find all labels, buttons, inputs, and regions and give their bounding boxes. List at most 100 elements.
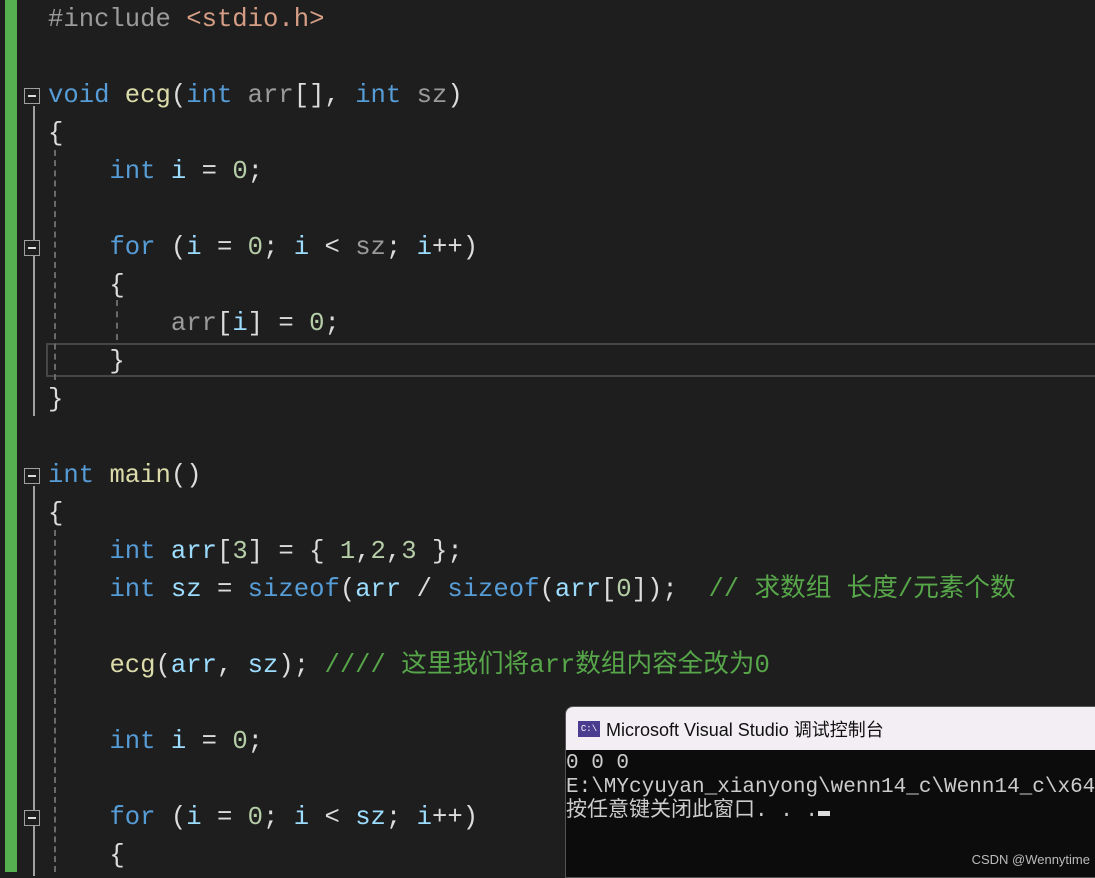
code-token: ecg — [124, 81, 171, 110]
console-app-icon: C:\ — [578, 720, 600, 737]
code-token: 0 — [616, 575, 632, 604]
code-token: [ — [216, 309, 233, 338]
code-token: int — [109, 575, 171, 604]
code-line[interactable]: for (i = 0; i < sz; i++) — [48, 229, 478, 267]
code-token: 0 — [247, 233, 264, 262]
code-token: ( — [155, 651, 171, 680]
code-token: = — [186, 157, 233, 186]
code-token: //// 这里我们将arr数组内容全改为0 — [324, 651, 770, 680]
code-token: sz — [416, 81, 448, 110]
code-token: 3 — [232, 537, 248, 566]
code-token: 3 — [401, 537, 417, 566]
indent-guide — [54, 150, 56, 380]
code-token: 2 — [370, 537, 386, 566]
current-line-highlight — [46, 343, 1095, 377]
code-token: sz — [355, 233, 386, 262]
indent-guide — [116, 300, 118, 340]
code-token: for — [109, 803, 171, 832]
collapse-icon[interactable] — [24, 88, 40, 104]
code-line[interactable]: int arr[3] = { 1,2,3 }; — [48, 533, 463, 571]
code-line[interactable]: arr[i] = 0; — [48, 305, 340, 343]
code-token: } — [48, 385, 64, 414]
code-token: i — [293, 233, 310, 262]
code-line[interactable]: { — [48, 115, 63, 153]
code-token: i — [293, 803, 310, 832]
code-token: // 求数组 长度/元素个数 — [708, 575, 1016, 604]
code-token: = — [201, 803, 248, 832]
code-token: < — [309, 233, 356, 262]
code-token: [], — [293, 81, 356, 110]
code-token: i — [186, 233, 202, 262]
code-token: { — [48, 271, 125, 300]
code-token: sizeof — [247, 575, 340, 604]
code-token: arr — [247, 81, 294, 110]
code-line[interactable]: for (i = 0; i < sz; i++) — [48, 799, 478, 837]
code-token: i — [170, 727, 187, 756]
code-token: ; — [247, 157, 264, 186]
output-line: 按任意键关闭此窗口. . . — [566, 800, 819, 823]
code-token: ecg — [109, 651, 156, 680]
code-line[interactable]: int main() — [48, 457, 202, 495]
code-token: ( — [170, 81, 187, 110]
code-line[interactable]: void ecg(int arr[], int sz) — [48, 77, 463, 115]
console-title-bar[interactable]: C:\ Microsoft Visual Studio 调试控制台 — [566, 707, 1095, 750]
indent-guide — [54, 530, 56, 872]
code-token: <stdio.h> — [186, 5, 325, 34]
code-token: int — [109, 727, 171, 756]
code-line[interactable]: #include <stdio.h> — [48, 1, 324, 39]
code-line[interactable]: int i = 0; — [48, 723, 263, 761]
code-line[interactable]: { — [48, 495, 63, 533]
code-token: 0 — [309, 309, 325, 338]
code-token: ] = { — [247, 537, 340, 566]
code-token: { — [48, 119, 64, 148]
code-token: i — [186, 803, 202, 832]
code-token: = — [186, 727, 233, 756]
code-token: () — [170, 461, 202, 490]
code-token: ( — [339, 575, 356, 604]
output-line: 0 0 0 — [566, 752, 630, 775]
code-token: arr — [554, 575, 601, 604]
code-token: for — [109, 233, 171, 262]
code-token: { — [48, 499, 64, 528]
code-token: int — [109, 157, 171, 186]
fold-guide — [33, 106, 35, 416]
code-line[interactable]: { — [48, 837, 124, 875]
code-token: ; — [385, 803, 417, 832]
code-token: 0 — [247, 803, 264, 832]
code-token: sz — [355, 803, 386, 832]
code-token: #include — [48, 5, 187, 34]
code-token: ++) — [431, 803, 479, 832]
code-token: ( — [170, 233, 187, 262]
debug-console-window[interactable]: C:\ Microsoft Visual Studio 调试控制台 0 0 0E… — [565, 706, 1095, 878]
code-line[interactable]: } — [48, 381, 63, 419]
code-line[interactable]: int sz = sizeof(arr / sizeof(arr[0]); //… — [48, 571, 1016, 609]
collapse-icon[interactable] — [24, 468, 40, 484]
code-line[interactable]: } — [48, 343, 124, 381]
code-token: sz — [247, 651, 279, 680]
watermark: CSDN @Wennytime — [971, 852, 1090, 867]
code-token: }; — [416, 537, 463, 566]
code-token: = — [201, 575, 248, 604]
code-token: [ — [216, 537, 233, 566]
code-token: arr — [170, 309, 217, 338]
code-token: arr — [170, 651, 217, 680]
collapse-icon[interactable] — [24, 240, 40, 256]
code-line[interactable]: int i = 0; — [48, 153, 263, 191]
code-line[interactable]: ecg(arr, sz); //// 这里我们将arr数组内容全改为0 — [48, 647, 770, 685]
code-token: int — [48, 461, 110, 490]
code-token: i — [170, 157, 187, 186]
collapse-icon[interactable] — [24, 810, 40, 826]
code-line[interactable]: { — [48, 267, 125, 305]
code-token: arr — [355, 575, 402, 604]
code-token: , — [385, 537, 402, 566]
code-token: ; — [385, 233, 417, 262]
code-token: ; — [324, 309, 340, 338]
code-token: sizeof — [447, 575, 540, 604]
code-token: ) — [447, 81, 463, 110]
